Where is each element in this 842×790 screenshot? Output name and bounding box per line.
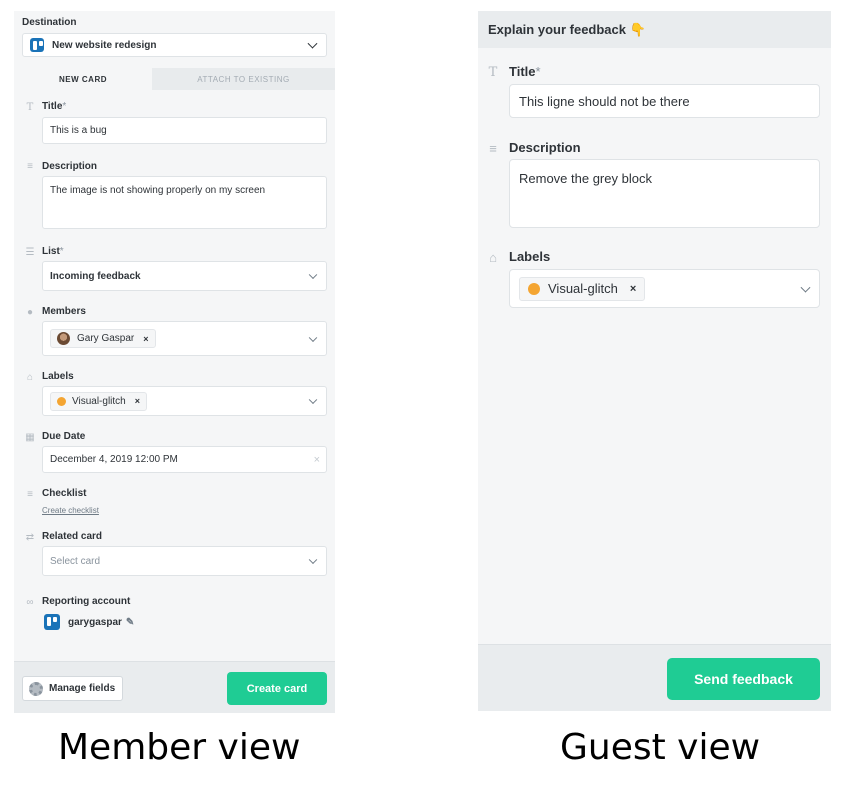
- due-date-input[interactable]: December 4, 2019 12:00 PM ×: [42, 446, 327, 473]
- destination-value: New website redesign: [52, 39, 157, 51]
- tab-attach-to-existing[interactable]: ATTACH TO EXISTING: [152, 68, 335, 90]
- destination-select[interactable]: New website redesign: [22, 33, 327, 57]
- guest-title-input[interactable]: This ligne should not be there: [509, 84, 820, 118]
- avatar: [57, 332, 70, 345]
- label-chip-name: Visual-glitch: [72, 395, 126, 407]
- list-icon: ☰: [25, 246, 35, 258]
- tag-icon: ⌂: [489, 249, 497, 265]
- guest-description-label: Description: [509, 140, 581, 155]
- label-color-dot: [528, 282, 540, 295]
- remove-member-icon[interactable]: ×: [143, 334, 148, 344]
- send-feedback-button[interactable]: Send feedback: [667, 658, 820, 700]
- member-chip: Gary Gaspar ×: [50, 329, 156, 348]
- label-chip-name: Visual-glitch: [548, 281, 618, 296]
- description-label: Description: [42, 161, 98, 172]
- manage-fields-label: Manage fields: [49, 683, 116, 694]
- card-mode-tabs: NEW CARD ATTACH TO EXISTING: [14, 68, 335, 90]
- checklist-icon: ≡: [27, 488, 33, 500]
- paragraph-icon: ≡: [27, 160, 33, 172]
- chevron-down-icon: [307, 38, 318, 49]
- paragraph-icon: ≡: [489, 140, 497, 156]
- labels-select[interactable]: Visual-glitch ×: [42, 386, 327, 416]
- title-label: Title*: [42, 101, 67, 112]
- gear-icon: [29, 681, 43, 696]
- member-view-panel: Destination New website redesign NEW CAR…: [14, 11, 335, 713]
- create-checklist-link[interactable]: Create checklist: [42, 506, 99, 515]
- related-card-label: Related card: [42, 531, 103, 542]
- labels-label: Labels: [42, 371, 74, 382]
- guest-view-panel: Explain your feedback 👇 T Title* This li…: [478, 11, 831, 711]
- reporting-account-label: Reporting account: [42, 596, 131, 607]
- guest-description-textarea[interactable]: Remove the grey block: [509, 159, 820, 228]
- list-label: List*: [42, 246, 64, 257]
- related-card-select[interactable]: Select card: [42, 546, 327, 576]
- checklist-label: Checklist: [42, 488, 87, 499]
- members-label: Members: [42, 306, 86, 317]
- destination-label: Destination: [22, 17, 77, 28]
- pencil-icon[interactable]: ✎: [126, 617, 134, 628]
- tab-new-card[interactable]: NEW CARD: [14, 68, 152, 90]
- chevron-down-icon: [308, 333, 318, 342]
- chevron-down-icon: [800, 282, 811, 293]
- reporting-account-username: garygaspar: [68, 616, 122, 628]
- tag-icon: ⌂: [26, 371, 34, 383]
- related-card-placeholder: Select card: [50, 555, 101, 567]
- chevron-down-icon: [308, 270, 318, 280]
- remove-label-icon[interactable]: ×: [135, 396, 140, 406]
- trello-icon: [44, 614, 60, 630]
- guest-labels-select[interactable]: Visual-glitch ×: [509, 269, 820, 308]
- guest-labels-label: Labels: [509, 249, 551, 264]
- text-icon: T: [26, 101, 34, 113]
- list-value: Incoming feedback: [50, 270, 141, 282]
- reporting-account: garygaspar ✎: [44, 614, 134, 630]
- manage-fields-button[interactable]: Manage fields: [22, 676, 123, 701]
- text-icon: T: [488, 64, 498, 80]
- chevron-down-icon: [308, 395, 318, 405]
- due-date-label: Due Date: [42, 431, 86, 442]
- due-date-value: December 4, 2019 12:00 PM: [50, 454, 178, 465]
- label-color-dot: [57, 396, 66, 406]
- link-icon: ∞: [26, 596, 34, 608]
- list-select[interactable]: Incoming feedback: [42, 261, 327, 291]
- guest-footer: Send feedback: [478, 644, 831, 711]
- member-chip-name: Gary Gaspar: [77, 333, 135, 344]
- title-input[interactable]: This is a bug: [42, 117, 327, 144]
- member-view-caption: Member view: [58, 727, 301, 768]
- member-footer: Manage fields Create card: [14, 661, 335, 713]
- chevron-down-icon: [308, 555, 318, 565]
- person-icon: ●: [26, 306, 34, 318]
- swap-arrows-icon: ⇄: [25, 531, 35, 543]
- remove-label-icon[interactable]: ×: [630, 283, 636, 295]
- members-select[interactable]: Gary Gaspar ×: [42, 321, 327, 356]
- label-chip: Visual-glitch ×: [50, 391, 147, 411]
- guest-header: Explain your feedback 👇: [478, 11, 831, 48]
- trello-board-icon: [30, 38, 44, 52]
- label-chip: Visual-glitch ×: [519, 276, 646, 301]
- calendar-icon: ▦: [25, 431, 35, 443]
- guest-view-caption: Guest view: [560, 727, 761, 768]
- clear-date-icon[interactable]: ×: [314, 454, 320, 466]
- description-textarea[interactable]: The image is not showing properly on my …: [42, 176, 327, 229]
- create-card-button[interactable]: Create card: [227, 672, 327, 705]
- guest-title-label: Title*: [509, 64, 541, 79]
